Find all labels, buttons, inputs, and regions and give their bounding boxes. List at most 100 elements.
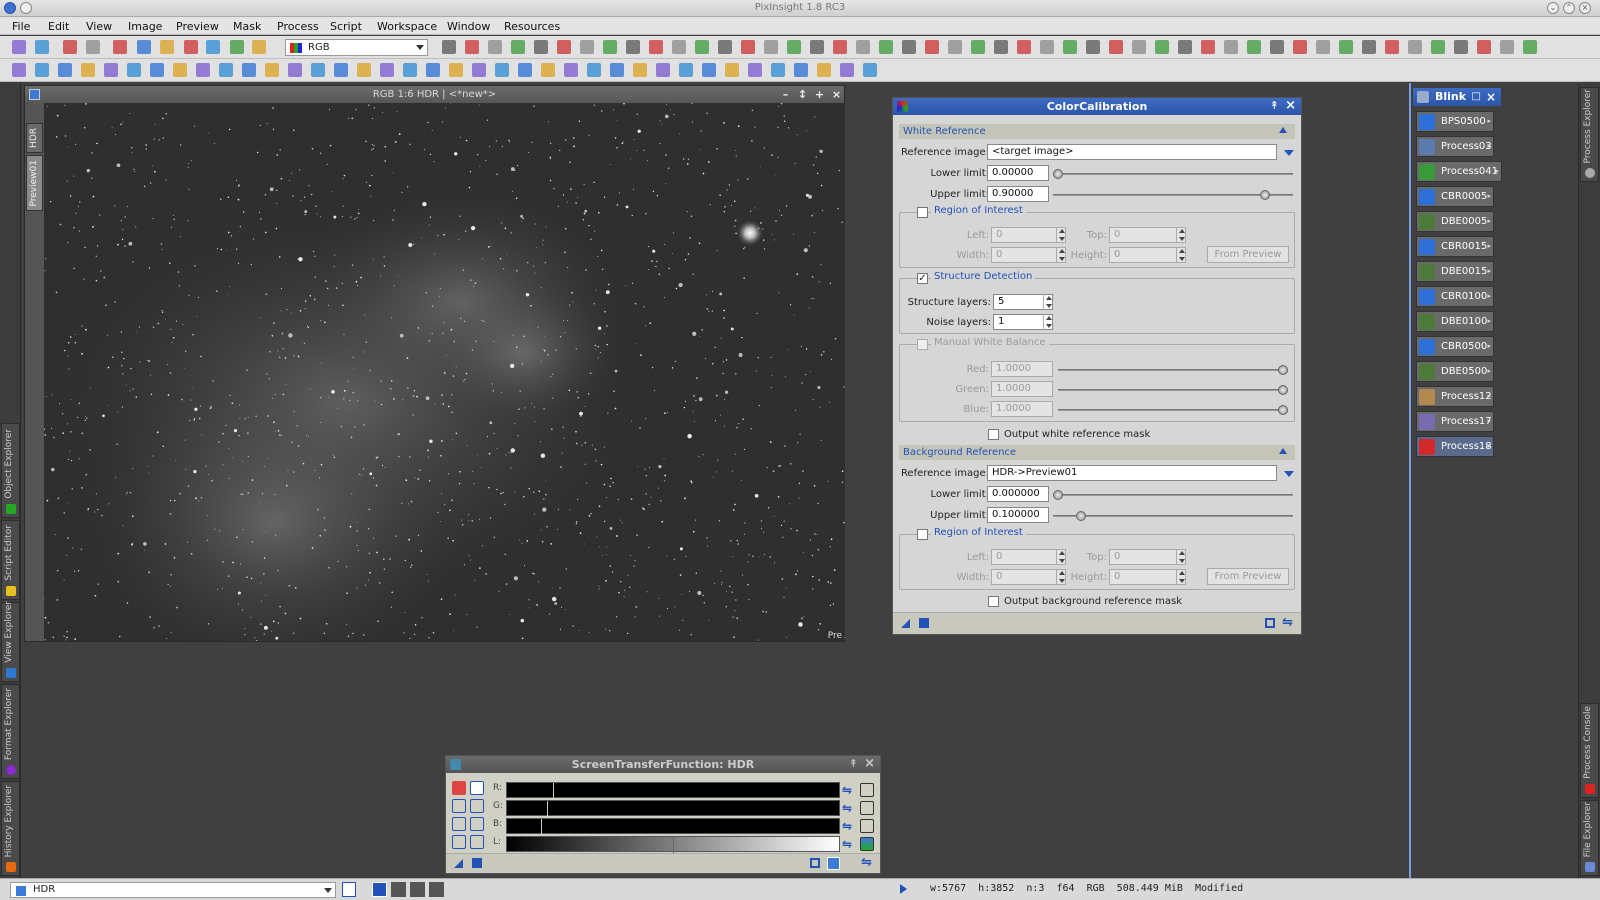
toolbar-tool-icon[interactable]	[725, 63, 739, 77]
toolbar-tool-icon[interactable]	[610, 63, 624, 77]
wr-upper-limit-input[interactable]: 0.90000	[987, 186, 1049, 202]
toolbar-tool-icon[interactable]	[840, 63, 854, 77]
midtone-marker[interactable]	[673, 837, 674, 853]
br-reference-image-input[interactable]: HDR->Preview01	[987, 465, 1277, 481]
expand-icon[interactable]: ▸	[1487, 112, 1491, 131]
toolbar-tool-icon[interactable]	[219, 63, 233, 77]
toolbar-tool-icon[interactable]	[580, 40, 594, 54]
tab-main-view[interactable]: HDR	[26, 123, 43, 153]
float-icon[interactable]: □	[1472, 88, 1481, 106]
menu-resources[interactable]: Resources	[504, 20, 560, 33]
output-white-mask-checkbox[interactable]	[988, 429, 999, 440]
structure-layers-spin[interactable]	[1043, 294, 1053, 310]
toolbar-tool-icon[interactable]	[856, 40, 870, 54]
toolbar-tool-icon[interactable]	[1132, 40, 1146, 54]
slider-knob[interactable]	[1076, 511, 1086, 521]
br-lower-limit-slider[interactable]	[1053, 490, 1293, 500]
reset-b-icon[interactable]: ⇋	[842, 819, 852, 833]
channel-r-track[interactable]	[506, 782, 840, 799]
document-icon[interactable]	[342, 882, 356, 897]
toolbar-tool-icon[interactable]	[311, 63, 325, 77]
collapse-icon[interactable]	[1279, 127, 1287, 133]
toolbar-tool-icon[interactable]	[656, 63, 670, 77]
toolbar-tool-icon[interactable]	[633, 63, 647, 77]
roi2-width-input[interactable]: 0	[991, 569, 1066, 585]
stf-btn-3[interactable]	[452, 835, 466, 849]
auto-g-icon[interactable]	[860, 801, 874, 815]
toolbar-tool-icon[interactable]	[557, 40, 571, 54]
menu-workspace[interactable]: Workspace	[377, 20, 437, 33]
toolbar-tool-icon[interactable]	[160, 40, 174, 54]
roi1-checkbox[interactable]	[917, 207, 928, 218]
toolbar-tool-icon[interactable]	[534, 40, 548, 54]
toolbar-tool-icon[interactable]	[113, 40, 127, 54]
expand-icon[interactable]: ▸	[1487, 362, 1491, 381]
collapse-icon[interactable]	[1279, 448, 1287, 454]
toolbar-tool-icon[interactable]	[695, 40, 709, 54]
toolbar-tool-icon[interactable]	[817, 63, 831, 77]
roi2-from-preview-button[interactable]: From Preview	[1207, 568, 1289, 585]
toolbar-tool-icon[interactable]	[196, 63, 210, 77]
toolbar-tool-icon[interactable]	[1247, 40, 1261, 54]
channel-select[interactable]: RGB	[285, 39, 428, 56]
toolbar-tool-icon[interactable]	[1477, 40, 1491, 54]
menu-mask[interactable]: Mask	[233, 20, 261, 33]
toolbar-tool-icon[interactable]	[626, 40, 640, 54]
tab-process-console[interactable]: Process Console	[1580, 703, 1599, 798]
toolbar-tool-icon[interactable]	[1523, 40, 1537, 54]
toolbar-tool-icon[interactable]	[495, 63, 509, 77]
reset-r-icon[interactable]: ⇋	[842, 783, 852, 797]
br-upper-limit-input[interactable]: 0.100000	[987, 507, 1049, 523]
menu-file[interactable]: File	[12, 20, 30, 33]
blue-slider[interactable]	[1058, 405, 1288, 415]
toolbar-tool-icon[interactable]	[741, 40, 755, 54]
menu-image[interactable]: Image	[128, 20, 162, 33]
chevron-down-icon[interactable]	[416, 45, 424, 50]
maximize-icon[interactable]: +	[814, 89, 825, 100]
shade-icon[interactable]: ↟	[1270, 99, 1279, 112]
midtone-marker[interactable]	[547, 801, 548, 817]
close-icon[interactable]: ×	[864, 756, 875, 771]
toolbar-tool-icon[interactable]	[794, 63, 808, 77]
chevron-down-icon[interactable]	[324, 888, 332, 893]
toolbar-tool-icon[interactable]	[518, 63, 532, 77]
br-reference-image-dropdown-icon[interactable]	[1284, 471, 1294, 477]
green-input[interactable]: 1.0000	[991, 381, 1053, 397]
auto-r-icon[interactable]	[860, 783, 874, 797]
toolbar-tool-icon[interactable]	[137, 40, 151, 54]
process-icon-item[interactable]: Process17 ▸	[1416, 411, 1494, 432]
toolbar-tool-icon[interactable]	[1293, 40, 1307, 54]
toolbar-tool-icon[interactable]	[1408, 40, 1422, 54]
br-lower-limit-input[interactable]: 0.000000	[987, 486, 1049, 502]
process-icon-item[interactable]: Process03 ▸	[1416, 136, 1494, 157]
tab-file-explorer[interactable]: File Explorer	[1580, 800, 1599, 876]
roi2-top-input[interactable]: 0	[1109, 549, 1186, 565]
roi2-height-input[interactable]: 0	[1109, 569, 1186, 585]
toolbar-tool-icon[interactable]	[1431, 40, 1445, 54]
menu-view[interactable]: View	[86, 20, 112, 33]
close-icon[interactable]: ×	[1579, 2, 1591, 14]
pan-icon[interactable]	[470, 835, 484, 849]
tab-preview01[interactable]: Preview01	[26, 155, 43, 211]
toolbar-tool-icon[interactable]	[1270, 40, 1284, 54]
manual-wb-checkbox[interactable]	[917, 339, 928, 350]
minimize-icon[interactable]: ⌄	[1547, 2, 1559, 14]
background-reference-section[interactable]: Background Reference	[899, 445, 1295, 460]
wr-lower-limit-input[interactable]: 0.00000	[987, 165, 1049, 181]
toolbar-tool-icon[interactable]	[810, 40, 824, 54]
reset-g-icon[interactable]: ⇋	[842, 801, 852, 815]
process-icon-item[interactable]: CBR0015 ▸	[1416, 236, 1494, 257]
preferences-icon[interactable]	[827, 857, 840, 870]
toolbar-tool-icon[interactable]	[206, 40, 220, 54]
astro-image[interactable]	[44, 103, 845, 641]
toolbar-tool-icon[interactable]	[12, 63, 26, 77]
toolbar-tool-icon[interactable]	[672, 40, 686, 54]
slider-knob[interactable]	[1278, 365, 1288, 375]
channel-b-track[interactable]	[506, 818, 840, 835]
roi1-from-preview-button[interactable]: From Preview	[1207, 246, 1289, 263]
toolbar-tool-icon[interactable]	[288, 63, 302, 77]
blink-panel-header[interactable]: Blink □ ×	[1413, 88, 1501, 106]
slider-knob[interactable]	[1260, 190, 1270, 200]
toolbar-tool-icon[interactable]	[1362, 40, 1376, 54]
expand-icon[interactable]: ▸	[1487, 312, 1491, 331]
